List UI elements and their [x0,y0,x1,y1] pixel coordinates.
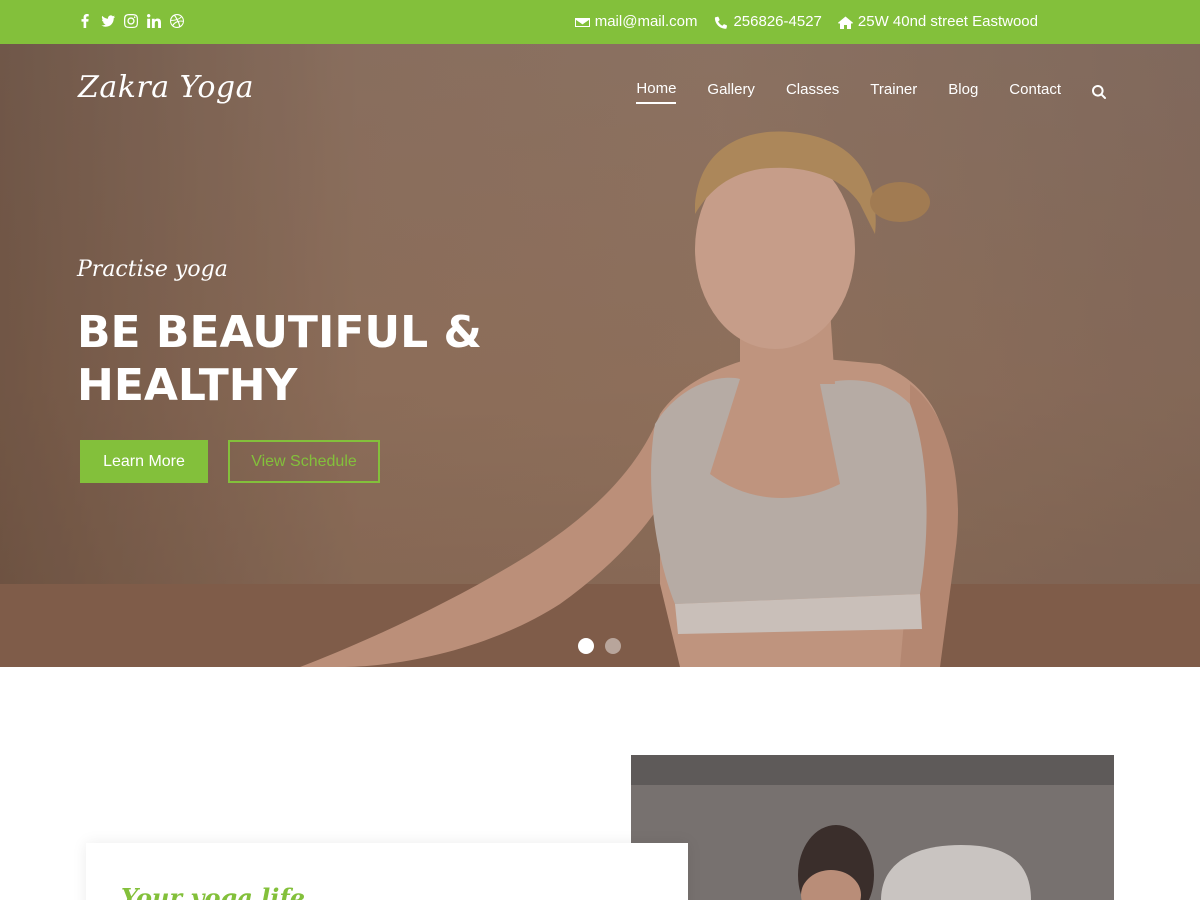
twitter-icon[interactable] [101,12,115,30]
facebook-icon[interactable] [78,12,92,30]
slider-pagination [578,638,621,654]
address-text: 25W 40nd street Eastwood [857,13,1038,30]
email-text: mail@mail.com [594,13,698,30]
slider-dot-2[interactable] [605,638,621,654]
nav-item-home[interactable]: Home [636,80,677,104]
search-icon[interactable] [1092,85,1106,99]
nav-item-gallery[interactable]: Gallery [707,81,755,103]
social-links [78,12,184,30]
view-schedule-button[interactable]: View Schedule [228,440,380,483]
linkedin-icon[interactable] [147,12,161,30]
nav-item-trainer[interactable]: Trainer [870,81,917,103]
top-bar: mail@mail.com 256826-4527 25W 40nd stree… [0,0,1200,44]
home-icon [837,16,853,29]
dribbble-icon[interactable] [170,12,184,30]
contact-email[interactable]: mail@mail.com [574,12,698,32]
hero-kicker: Practise yoga [77,257,228,282]
contact-phone[interactable]: 256826-4527 [713,12,822,32]
site-logo[interactable]: Zakra Yoga [78,70,254,105]
contact-address[interactable]: 25W 40nd street Eastwood [837,12,1038,32]
hero-headline: BE BEAUTIFUL & HEALTHY [77,307,482,411]
hero-slider: Zakra Yoga Home Gallery Classes Trainer … [0,44,1200,667]
phone-text: 256826-4527 [733,13,822,30]
instagram-icon[interactable] [124,12,138,30]
nav-item-blog[interactable]: Blog [948,81,978,103]
phone-icon [715,16,728,29]
about-card: Your yoga life [86,843,688,900]
main-nav: Home Gallery Classes Trainer Blog Contac… [605,80,1106,104]
about-image [631,755,1114,900]
about-title: Your yoga life [121,883,305,900]
nav-item-contact[interactable]: Contact [1009,81,1061,103]
learn-more-button[interactable]: Learn More [80,440,208,483]
nav-item-classes[interactable]: Classes [786,81,839,103]
slider-dot-1[interactable] [578,638,594,654]
contact-info: mail@mail.com 256826-4527 25W 40nd stree… [574,12,1038,32]
about-image-yoga-woman [631,755,1114,900]
envelope-icon [574,17,590,27]
